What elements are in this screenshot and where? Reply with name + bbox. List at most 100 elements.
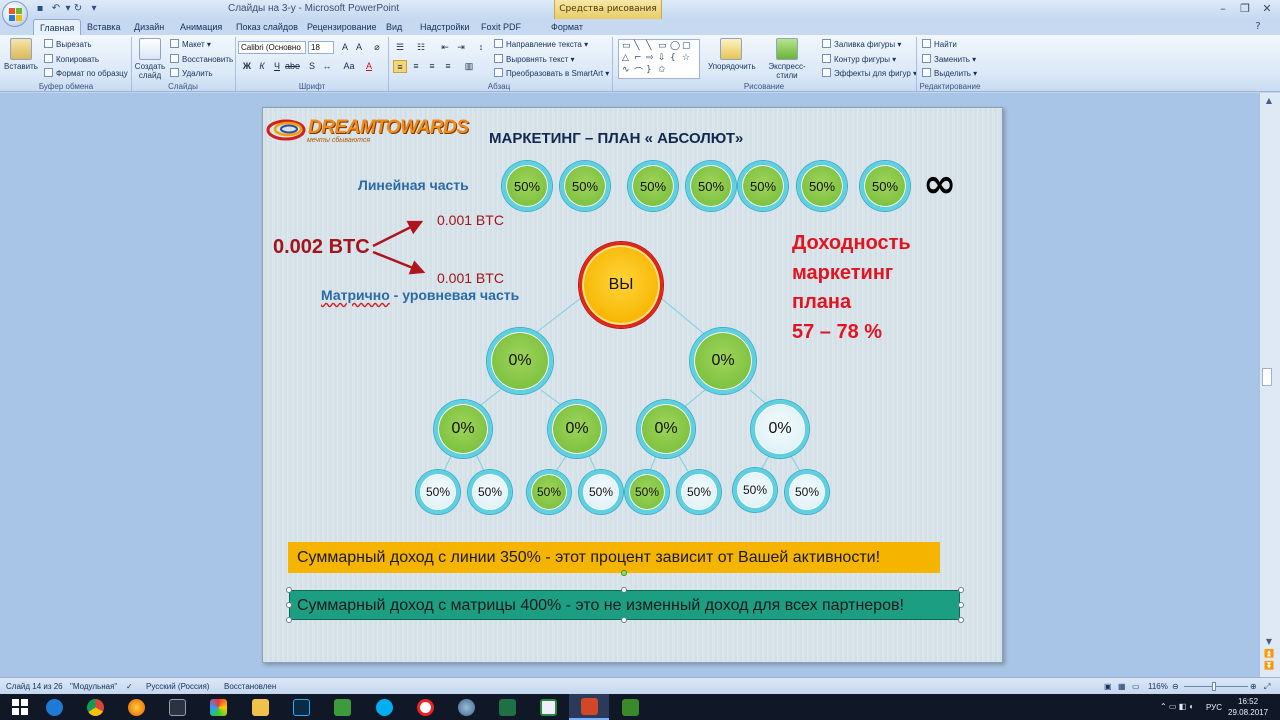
fit-to-window-icon[interactable]: ⤢ <box>1264 682 1270 692</box>
help-icon[interactable]: ? <box>1252 21 1264 33</box>
align-center-icon[interactable]: ≡ <box>409 60 423 73</box>
resize-handle[interactable] <box>286 602 292 608</box>
clock-time[interactable]: 16:52 <box>1238 697 1258 706</box>
redo-icon[interactable]: ↻ <box>72 3 84 15</box>
text-direction-button[interactable]: Направление текста ▾ <box>494 39 588 50</box>
align-right-icon[interactable]: ≡ <box>425 60 439 73</box>
tree-node-level1[interactable]: 0% <box>487 328 553 394</box>
firefox-browser-icon[interactable] <box>116 694 156 720</box>
bold-icon[interactable]: Ж <box>240 60 254 73</box>
tree-node-level1[interactable]: 0% <box>690 328 756 394</box>
font-size-select[interactable]: 18 <box>308 41 334 54</box>
shadow-icon[interactable]: S <box>305 60 319 73</box>
new-slide-button[interactable]: Создать слайд <box>134 38 166 80</box>
colorful-app-icon[interactable] <box>198 694 238 720</box>
globe-app-icon[interactable] <box>446 694 486 720</box>
resize-handle[interactable] <box>958 587 964 593</box>
resize-handle[interactable] <box>958 602 964 608</box>
rotate-handle[interactable] <box>621 570 627 576</box>
decrease-indent-icon[interactable]: ⇤ <box>438 41 452 54</box>
tab-animation[interactable]: Анимация <box>180 19 222 35</box>
shape-effects-button[interactable]: Эффекты для фигур ▾ <box>822 68 917 79</box>
clear-format-icon[interactable]: ⌀ <box>370 41 384 54</box>
tab-home[interactable]: Главная <box>33 19 82 35</box>
resize-handle[interactable] <box>286 617 292 623</box>
tab-addins[interactable]: Надстройки <box>420 19 469 35</box>
zoom-slider[interactable] <box>1184 686 1248 687</box>
powerpoint-icon[interactable] <box>569 694 609 720</box>
tab-insert[interactable]: Вставка <box>87 19 120 35</box>
bullets-icon[interactable]: ☰ <box>393 41 407 54</box>
shrink-font-icon[interactable]: A <box>352 41 366 54</box>
copy-button[interactable]: Копировать <box>44 54 99 65</box>
save-icon[interactable]: ▪ <box>34 3 46 15</box>
next-slide-icon[interactable]: ⏬ <box>1263 661 1275 671</box>
tab-design[interactable]: Дизайн <box>134 19 164 35</box>
tree-node-level2[interactable]: 0% <box>434 400 492 458</box>
previous-slide-icon[interactable]: ⏫ <box>1263 649 1275 659</box>
slideshow-view-icon[interactable]: ▭ <box>1132 682 1140 691</box>
customize-qat-icon[interactable]: ▾ <box>88 3 100 15</box>
tree-node-level3[interactable]: 50% <box>468 470 512 514</box>
arrange-button[interactable]: Упорядочить <box>708 38 756 71</box>
resize-handle[interactable] <box>958 617 964 623</box>
scroll-up-icon[interactable]: ▲ <box>1263 96 1275 106</box>
maximize-icon[interactable]: ❐ <box>1234 1 1256 17</box>
resize-handle[interactable] <box>621 617 627 623</box>
resize-handle[interactable] <box>286 587 292 593</box>
linear-income-banner[interactable]: Суммарный доход с линии 350% - этот проц… <box>288 542 940 573</box>
select-button[interactable]: Выделить ▾ <box>922 68 977 79</box>
tab-format[interactable]: Формат <box>551 19 583 35</box>
zoom-in-icon[interactable]: ⊕ <box>1250 682 1257 691</box>
find-button[interactable]: Найти <box>922 39 957 50</box>
columns-icon[interactable]: ▥ <box>462 60 476 73</box>
spellcheck-icon[interactable]: ✓ <box>126 682 133 691</box>
clock-date[interactable]: 29.08.2017 <box>1228 708 1268 717</box>
tree-node-level3[interactable]: 50% <box>527 470 571 514</box>
shape-outline-button[interactable]: Контур фигуры ▾ <box>822 54 896 65</box>
layout-button[interactable]: Макет ▾ <box>170 39 211 50</box>
font-name-select[interactable]: Calibri (Основно <box>238 41 306 54</box>
align-text-button[interactable]: Выровнять текст ▾ <box>494 54 575 65</box>
increase-indent-icon[interactable]: ⇥ <box>454 41 468 54</box>
replace-button[interactable]: Заменить ▾ <box>922 54 976 65</box>
shapes-gallery[interactable]: ▭ ╲ ╲ ▭ ◯ ▢ △ ⌐ ⇨ ⇩ { ☆ ∿ ⌒ } ✩ <box>618 39 700 79</box>
smartart-button[interactable]: Преобразовать в SmartArt ▾ <box>494 68 609 79</box>
normal-view-icon[interactable]: ▣ <box>1104 682 1112 691</box>
language-indicator[interactable]: Русский (Россия) <box>146 682 209 691</box>
close-icon[interactable]: ✕ <box>1256 1 1278 17</box>
tree-node-level3[interactable]: 50% <box>785 470 829 514</box>
tree-node-level3[interactable]: 50% <box>733 468 777 512</box>
font-color-icon[interactable]: A <box>362 60 376 73</box>
tree-node-level3[interactable]: 50% <box>625 470 669 514</box>
excel-icon[interactable] <box>487 694 527 720</box>
slide-sorter-icon[interactable]: ▦ <box>1118 682 1126 691</box>
input-language[interactable]: РУС <box>1206 703 1222 712</box>
zoom-level[interactable]: 116% <box>1148 682 1168 691</box>
numbering-icon[interactable]: ☷ <box>414 41 428 54</box>
char-spacing-icon[interactable]: ↔ <box>320 60 334 73</box>
justify-icon[interactable]: ≡ <box>441 60 455 73</box>
reset-button[interactable]: Восстановить <box>170 54 233 65</box>
align-left-icon[interactable]: ≡ <box>393 60 407 73</box>
matrix-income-banner[interactable]: Суммарный доход с матрицы 400% - это не … <box>289 590 960 620</box>
strikethrough-icon[interactable]: abe <box>285 60 300 73</box>
tab-slideshow[interactable]: Показ слайдов <box>236 19 298 35</box>
paste-button[interactable]: Вставить <box>4 38 38 71</box>
calculator-icon[interactable] <box>322 694 362 720</box>
photoshop-icon[interactable] <box>281 694 321 720</box>
line-spacing-icon[interactable]: ↕ <box>474 41 488 54</box>
grow-font-icon[interactable]: A <box>338 41 352 54</box>
slide-canvas[interactable]: DREAMTOWARDS мечты сбываются МАРКЕТИНГ –… <box>262 107 1003 663</box>
office-button[interactable] <box>2 1 28 27</box>
tree-node-level3[interactable]: 50% <box>416 470 460 514</box>
tree-node-level3[interactable]: 50% <box>677 470 721 514</box>
delete-slide-button[interactable]: Удалить <box>170 68 213 79</box>
skype-icon[interactable] <box>364 694 404 720</box>
nox-player-icon[interactable] <box>157 694 197 720</box>
tree-node-level2[interactable]: 0% <box>637 400 695 458</box>
tab-view[interactable]: Вид <box>386 19 402 35</box>
change-case-icon[interactable]: Aa <box>342 60 356 73</box>
yandex-browser-icon[interactable] <box>405 694 445 720</box>
tree-node-level2[interactable]: 0% <box>751 400 809 458</box>
